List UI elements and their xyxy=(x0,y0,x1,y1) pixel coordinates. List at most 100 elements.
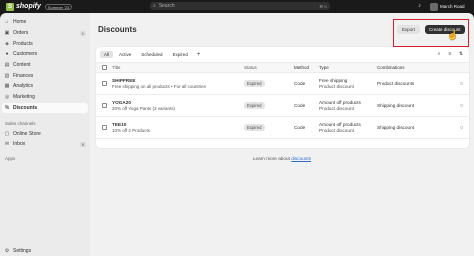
uses-count: 0 xyxy=(460,103,463,108)
person-icon: ● xyxy=(5,51,9,58)
table-row[interactable]: YOGA20 20% off Yoga Pants (3 variants) Exp… xyxy=(96,95,469,117)
search-filter-icon[interactable]: ⌕ xyxy=(435,51,443,58)
column-status[interactable]: Status xyxy=(244,65,294,70)
discount-class: Product discount xyxy=(319,84,354,89)
column-combinations[interactable]: Combinations xyxy=(377,65,457,70)
tab-active[interactable]: Active xyxy=(115,51,135,58)
discount-type: Amount off products xyxy=(319,122,361,127)
search-icon: ⌕ xyxy=(153,3,156,9)
discount-code[interactable]: YOGA20 xyxy=(112,100,244,105)
tab-all[interactable]: All xyxy=(100,51,114,58)
sidebar-item-label: Products xyxy=(13,40,33,47)
sidebar-item-orders[interactable]: ▣ Orders 1 xyxy=(0,28,90,39)
sidebar-item-label: Marketing xyxy=(13,94,35,101)
gear-icon: ⚙ xyxy=(4,247,10,254)
chart-icon: ▦ xyxy=(4,83,10,90)
main-content: Discounts Export Create discount ☝ All A… xyxy=(90,13,474,256)
sidebar-item-analytics[interactable]: ▦ Analytics xyxy=(0,81,90,92)
uses-count: 0 xyxy=(460,125,463,130)
column-method[interactable]: Method xyxy=(294,65,319,70)
status-badge: Expired xyxy=(244,80,265,87)
learn-more: Learn more about discounts xyxy=(90,156,474,161)
sidebar-item-label: Settings xyxy=(13,247,32,254)
sidebar-item-label: Customers xyxy=(13,51,38,58)
count-badge: 5 xyxy=(79,141,86,147)
shopify-logo[interactable]: S shopify xyxy=(6,2,41,11)
search-shortcut: ⌘ K xyxy=(319,3,327,9)
table-header: Title Status Method Type Combinations xyxy=(96,62,469,73)
filter-icon[interactable]: ≡ xyxy=(446,51,454,58)
sidebar-item-label: Discounts xyxy=(13,104,38,111)
sidebar-item-discounts[interactable]: % Discounts xyxy=(2,102,88,114)
sidebar-item-content[interactable]: ▤ Content xyxy=(0,60,90,71)
sidebar-item-settings[interactable]: ⚙ Settings xyxy=(0,245,90,256)
notifications-bell-icon[interactable]: ♪ xyxy=(416,3,423,10)
learn-more-link[interactable]: discounts xyxy=(291,156,311,161)
create-discount-button[interactable]: Create discount xyxy=(425,25,465,34)
discount-combinations: Product discounts xyxy=(377,81,415,86)
sidebar-item-label: Orders xyxy=(13,30,29,37)
bank-icon: ▥ xyxy=(4,72,10,79)
discount-summary: 20% off Yoga Pants (3 variants) xyxy=(112,106,175,111)
store-icon: ▢ xyxy=(4,130,10,137)
search-placeholder: Search xyxy=(158,3,175,9)
discount-method: Code xyxy=(294,125,306,130)
store-menu[interactable]: March Road xyxy=(430,2,474,11)
page-title: Discounts xyxy=(98,25,137,34)
sidebar-item-label: Inbox xyxy=(13,141,26,148)
edition-badge[interactable]: Summer '23 xyxy=(44,3,73,10)
content-icon: ▤ xyxy=(4,62,10,69)
top-bar: S shopify Summer '23 ⌕ Search ⌘ K ♪ Marc… xyxy=(0,0,474,13)
row-checkbox[interactable] xyxy=(101,103,107,108)
discount-combinations: Shipping discount xyxy=(377,125,415,130)
sidebar-item-label: Content xyxy=(13,62,31,69)
tab-scheduled[interactable]: Scheduled xyxy=(137,51,166,58)
sidebar-item-products[interactable]: ◈ Products xyxy=(0,38,90,49)
column-title[interactable]: Title xyxy=(112,65,244,70)
add-view-button[interactable]: + xyxy=(194,52,204,58)
inbox-icon: ✉ xyxy=(4,141,10,148)
column-type[interactable]: Type xyxy=(319,65,377,70)
discount-summary: Free shipping on all products • For all … xyxy=(112,84,206,89)
status-badge: Expired xyxy=(244,102,265,109)
discount-method: Code xyxy=(294,103,306,108)
discount-code[interactable]: SHIPFREE xyxy=(112,78,244,83)
export-button[interactable]: Export xyxy=(397,25,421,34)
discount-icon: % xyxy=(4,104,10,111)
discount-class: Product discount xyxy=(319,106,354,111)
orders-icon: ▣ xyxy=(4,30,10,37)
status-badge: Expired xyxy=(244,124,265,131)
search-bar[interactable]: ⌕ Search ⌘ K xyxy=(150,2,330,10)
sidebar-item-marketing[interactable]: ◎ Marketing xyxy=(0,92,90,103)
sort-icon[interactable]: ⇅ xyxy=(457,51,465,58)
target-icon: ◎ xyxy=(4,94,10,101)
tab-expired[interactable]: Expired xyxy=(169,51,192,58)
sales-channels-heading[interactable]: Sales channels xyxy=(0,118,90,128)
discount-code[interactable]: TEE10 xyxy=(112,122,244,127)
count-badge: 1 xyxy=(79,30,86,36)
sidebar-item-home[interactable]: ⌂ Home xyxy=(0,17,90,28)
shopify-bag-icon: S xyxy=(6,2,14,11)
discount-class: Product discount xyxy=(319,128,354,133)
sidebar-item-customers[interactable]: ● Customers xyxy=(0,49,90,60)
sidebar-item-inbox[interactable]: ✉ Inbox 5 xyxy=(0,139,90,150)
apps-heading[interactable]: Apps xyxy=(0,154,90,164)
uses-count: 0 xyxy=(460,81,463,86)
sidebar-item-label: Analytics xyxy=(13,83,34,90)
select-all-checkbox[interactable] xyxy=(101,65,107,70)
sidebar-item-label: Finances xyxy=(13,72,34,79)
discounts-table-card: All Active Scheduled Expired + ⌕ ≡ ⇅ Tit… xyxy=(96,47,469,148)
sidebar-item-finances[interactable]: ▥ Finances xyxy=(0,70,90,81)
discount-summary: 10% off 2 Products xyxy=(112,128,150,133)
discount-type: Amount off products xyxy=(319,100,361,105)
row-checkbox[interactable] xyxy=(101,81,107,86)
table-row[interactable]: TEE10 10% off 2 Products Expired Code Amount… xyxy=(96,117,469,139)
filter-tabs: All Active Scheduled Expired + ⌕ ≡ ⇅ xyxy=(96,47,469,62)
sidebar-item-label: Online Store xyxy=(13,130,41,137)
row-checkbox[interactable] xyxy=(101,125,107,130)
discount-type: Free shipping xyxy=(319,78,348,83)
store-name: March Road xyxy=(440,4,465,9)
table-row[interactable]: SHIPFREE Free shipping on all products • … xyxy=(96,73,469,95)
sidebar-item-label: Home xyxy=(13,19,27,26)
sidebar-item-online-store[interactable]: ▢ Online Store xyxy=(0,128,90,139)
